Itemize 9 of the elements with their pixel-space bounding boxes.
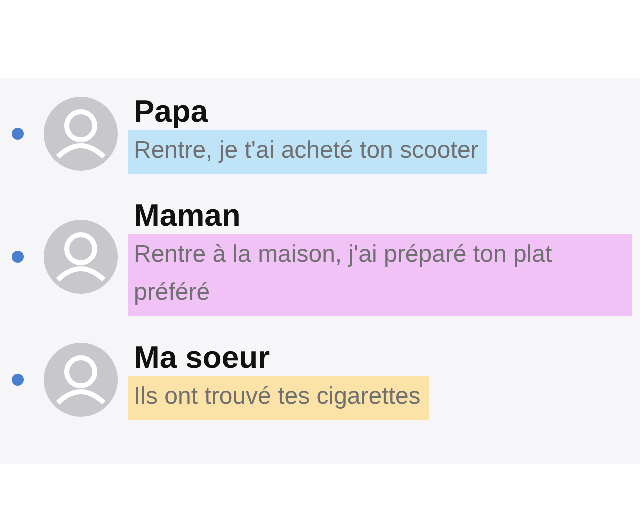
contact-name: Papa	[134, 94, 208, 130]
message-preview: Rentre à la maison, j'ai préparé ton plat préféré	[128, 234, 632, 316]
avatar-icon	[42, 341, 120, 419]
contact-name: Maman	[134, 198, 241, 234]
contact-name: Ma soeur	[134, 340, 270, 376]
avatar-icon	[42, 95, 120, 173]
message-preview: Rentre, je t'ai acheté ton scooter	[128, 130, 487, 174]
avatar-icon	[42, 218, 120, 296]
message-preview: Ils ont trouvé tes cigarettes	[128, 376, 429, 420]
